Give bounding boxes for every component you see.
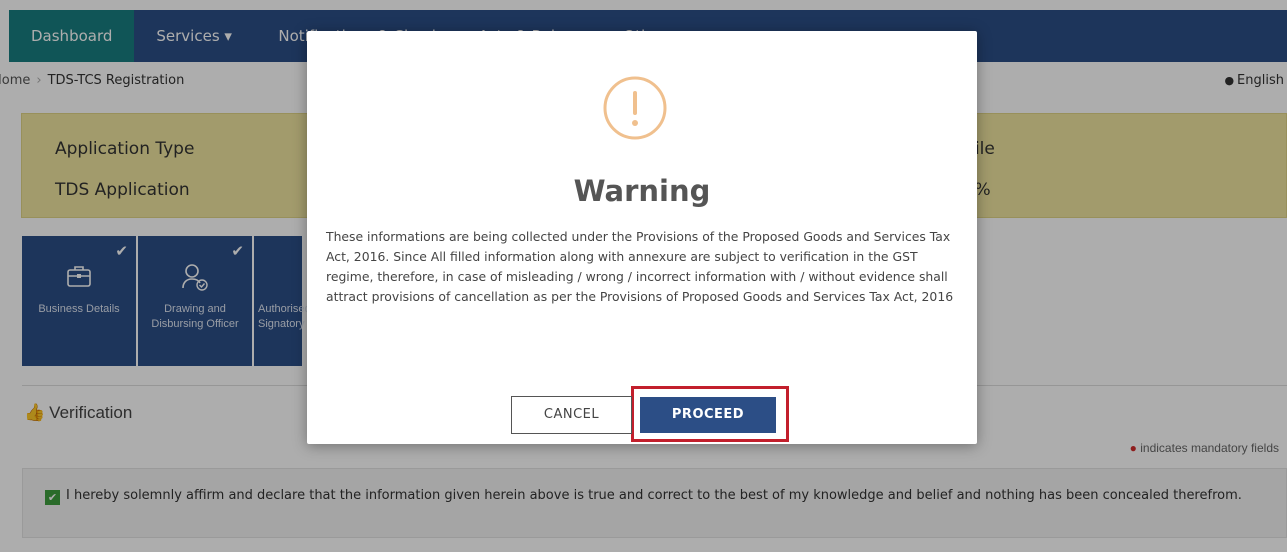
dialog-message: These informations are being collected u… xyxy=(326,229,954,304)
proceed-button[interactable]: PROCEED xyxy=(640,397,776,433)
warning-dialog: Warning These informations are being col… xyxy=(307,31,977,444)
cancel-button[interactable]: CANCEL xyxy=(511,396,632,434)
warning-circle-icon xyxy=(602,75,668,141)
dialog-title: Warning xyxy=(573,174,711,208)
